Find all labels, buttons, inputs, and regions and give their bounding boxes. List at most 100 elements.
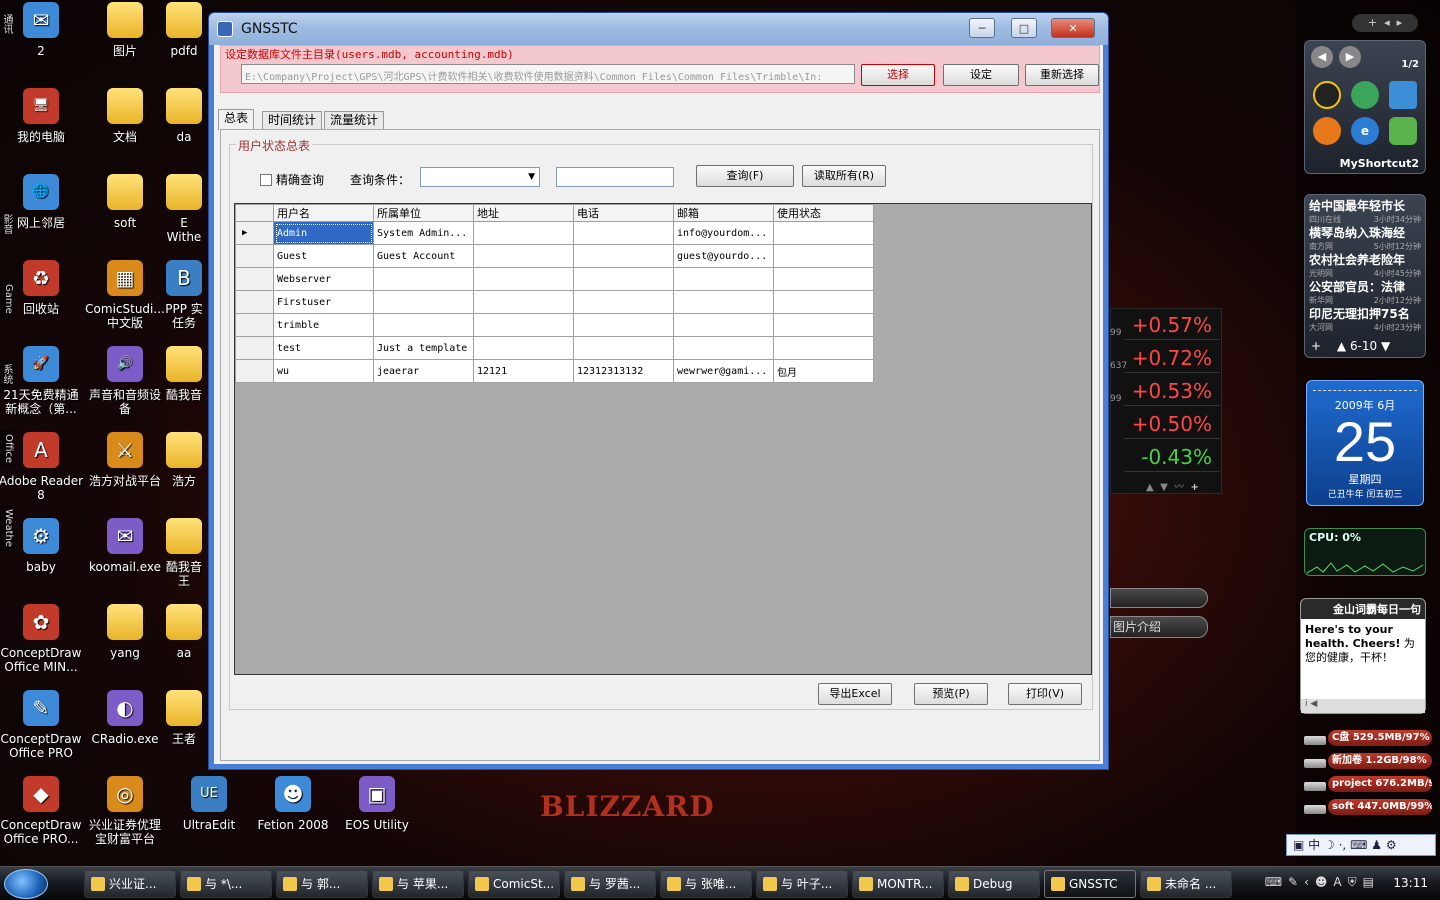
desktop-icon[interactable]: ⚔ 浩方对战平台 xyxy=(82,432,168,488)
desktop-icon[interactable]: 酷我音 xyxy=(158,346,210,402)
news-page-up-icon[interactable]: ▲ xyxy=(1337,339,1346,353)
table-cell[interactable] xyxy=(773,336,874,360)
news-item[interactable]: 横琴岛纳入珠海经 南方网 5小时12分钟 xyxy=(1305,224,1425,251)
ime-moon-icon[interactable]: ☽ xyxy=(1324,838,1335,852)
side-tab-office[interactable]: Office xyxy=(0,430,14,468)
table-cell[interactable] xyxy=(373,313,474,337)
table-cell[interactable] xyxy=(773,313,874,337)
desktop-icon[interactable]: da xyxy=(158,88,210,144)
print-button[interactable]: 打印(V) xyxy=(1008,683,1082,705)
row-header[interactable] xyxy=(235,359,274,383)
desktop-icon[interactable]: E Withe xyxy=(158,174,210,244)
user-data-grid[interactable]: 用户名 所属单位 地址 电话 邮箱 使用状态 ▶ Admin System Admi… xyxy=(234,203,1092,675)
db-path-input[interactable]: E:\Company\Project\GPS\河北GPS\计费软件相关\收费软件… xyxy=(241,64,855,84)
qq-tray-icon[interactable]: ☻ xyxy=(1315,875,1334,889)
table-row[interactable]: ▶ Admin System Admin... info@yourdom... xyxy=(235,221,874,245)
disk-row[interactable]: C盘 529.5MB/97% xyxy=(1300,728,1432,748)
taskbar-button[interactable]: 与 张唯... xyxy=(660,870,752,898)
table-row[interactable]: Guest Guest Account guest@yourdo... xyxy=(235,244,874,268)
news-page-down-icon[interactable]: ▼ xyxy=(1381,339,1390,353)
prev-icon[interactable]: ◂ xyxy=(1384,16,1390,29)
taskbar-button[interactable]: 与 *\... xyxy=(180,870,272,898)
table-cell[interactable] xyxy=(473,313,574,337)
table-cell[interactable]: test xyxy=(273,336,374,360)
ie-icon[interactable]: e xyxy=(1351,117,1379,145)
desktop-icon[interactable]: 🔊 声音和音频设 备 xyxy=(82,346,168,416)
qq-icon[interactable] xyxy=(1313,81,1341,109)
table-cell[interactable]: Guest xyxy=(273,244,374,268)
table-cell[interactable]: Webserver xyxy=(273,267,374,291)
ime-punct-icon[interactable]: ·, xyxy=(1339,838,1347,852)
column-header-unit[interactable]: 所属单位 xyxy=(373,204,474,222)
desktop-icon[interactable]: 🖥 我的电脑 xyxy=(0,88,84,144)
row-header[interactable] xyxy=(235,244,274,268)
table-cell[interactable]: Admin xyxy=(273,221,374,245)
disk-row[interactable]: 新加卷 1.2GB/98% xyxy=(1300,751,1432,771)
news-item[interactable]: 农村社会养老险年 光明网 4小时45分钟 xyxy=(1305,251,1425,278)
stock-down-icon[interactable]: ▼ xyxy=(1160,482,1168,493)
export-excel-button[interactable]: 导出Excel xyxy=(818,683,892,705)
stock-change[interactable]: +0.72% xyxy=(1124,343,1220,373)
clock[interactable]: 13:11 xyxy=(1393,876,1428,890)
ime-mode[interactable]: 中 xyxy=(1308,838,1320,852)
taskbar-button[interactable]: ComicSt... xyxy=(468,870,560,898)
taskbar-button[interactable]: 兴业证... xyxy=(84,870,176,898)
add-icon[interactable]: + xyxy=(1311,339,1321,353)
table-cell[interactable]: trimble xyxy=(273,313,374,337)
read-all-button[interactable]: 读取所有(R) xyxy=(802,165,886,187)
next-icon[interactable]: ▸ xyxy=(1397,16,1403,29)
desktop-icon[interactable]: ▣ EOS Utility xyxy=(334,776,420,832)
table-cell[interactable] xyxy=(673,290,774,314)
stock-up-icon[interactable]: ▲ xyxy=(1146,482,1154,493)
news-title[interactable]: 横琴岛纳入珠海经 xyxy=(1309,224,1421,241)
column-header-phone[interactable]: 电话 xyxy=(573,204,674,222)
stock-change[interactable]: +0.57% xyxy=(1124,310,1220,340)
network-tray-icon[interactable]: ▤ xyxy=(1363,875,1380,889)
stock-chart-icon[interactable]: 〰 xyxy=(1174,482,1184,493)
row-header[interactable] xyxy=(235,267,274,291)
firefox-icon[interactable] xyxy=(1313,117,1341,145)
set-path-button[interactable]: 设定 xyxy=(943,64,1019,86)
table-cell[interactable] xyxy=(473,244,574,268)
desktop-icon[interactable]: aa xyxy=(158,604,210,660)
table-cell[interactable] xyxy=(573,336,674,360)
stock-change[interactable]: -0.43% xyxy=(1124,442,1220,472)
table-cell[interactable] xyxy=(473,290,574,314)
taskbar-button[interactable]: Debug xyxy=(948,870,1040,898)
desktop-icon[interactable]: yang xyxy=(82,604,168,660)
news-title[interactable]: 农村社会养老险年 xyxy=(1309,251,1421,268)
chevron-down-icon[interactable]: ▼ xyxy=(528,172,535,182)
desktop-icon[interactable]: ✉ koomail.exe xyxy=(82,518,168,574)
back-icon[interactable]: ◀ xyxy=(1311,46,1333,68)
desktop-icon[interactable]: 酷我音 王 xyxy=(158,518,210,588)
title-bar[interactable]: GNSSTC ─ □ ✕ xyxy=(209,13,1108,45)
desktop-icon[interactable]: UE UltraEdit xyxy=(166,776,252,832)
column-header-status[interactable]: 使用状态 xyxy=(773,204,874,222)
reselect-path-button[interactable]: 重新选择 xyxy=(1025,64,1099,86)
forward-icon[interactable]: ▶ xyxy=(1339,46,1361,68)
table-cell[interactable] xyxy=(473,336,574,360)
query-button[interactable]: 查询(F) xyxy=(696,165,794,187)
disk-row[interactable]: project 676.2MB/98 xyxy=(1300,774,1432,794)
table-cell[interactable] xyxy=(573,267,674,291)
table-cell[interactable]: 12121 xyxy=(473,359,574,383)
table-cell[interactable]: jeaerar xyxy=(373,359,474,383)
taskbar-button[interactable]: GNSSTC xyxy=(1044,870,1136,898)
ime-bar[interactable]: ▣ 中 ☽ ·, ⌨ ♟ ⚙ xyxy=(1286,834,1436,856)
table-cell[interactable] xyxy=(373,267,474,291)
table-cell[interactable] xyxy=(573,290,674,314)
table-row[interactable]: wu jeaerar 12121 12312313132 wewrwer@gami...… xyxy=(235,359,874,383)
tab-summary[interactable]: 总表 xyxy=(218,109,255,130)
taskbar-button[interactable]: MONTR... xyxy=(852,870,944,898)
row-header[interactable]: ▶ xyxy=(235,221,274,245)
ime-settings-icon[interactable]: ⚙ xyxy=(1386,838,1397,852)
dict-footer-tab[interactable]: 图片介绍 xyxy=(1110,616,1208,638)
desktop-icon[interactable]: 文档 xyxy=(82,88,168,144)
stock-change[interactable]: +0.53% xyxy=(1124,376,1220,406)
table-cell[interactable]: System Admin... xyxy=(373,221,474,245)
table-cell[interactable]: Guest Account xyxy=(373,244,474,268)
condition-select[interactable]: ▼ xyxy=(420,167,540,187)
news-item[interactable]: 印尼无理扣押75名 大河网 4小时23分钟 xyxy=(1305,305,1425,332)
keyword-input[interactable] xyxy=(556,167,674,187)
table-cell[interactable]: Firstuser xyxy=(273,290,374,314)
